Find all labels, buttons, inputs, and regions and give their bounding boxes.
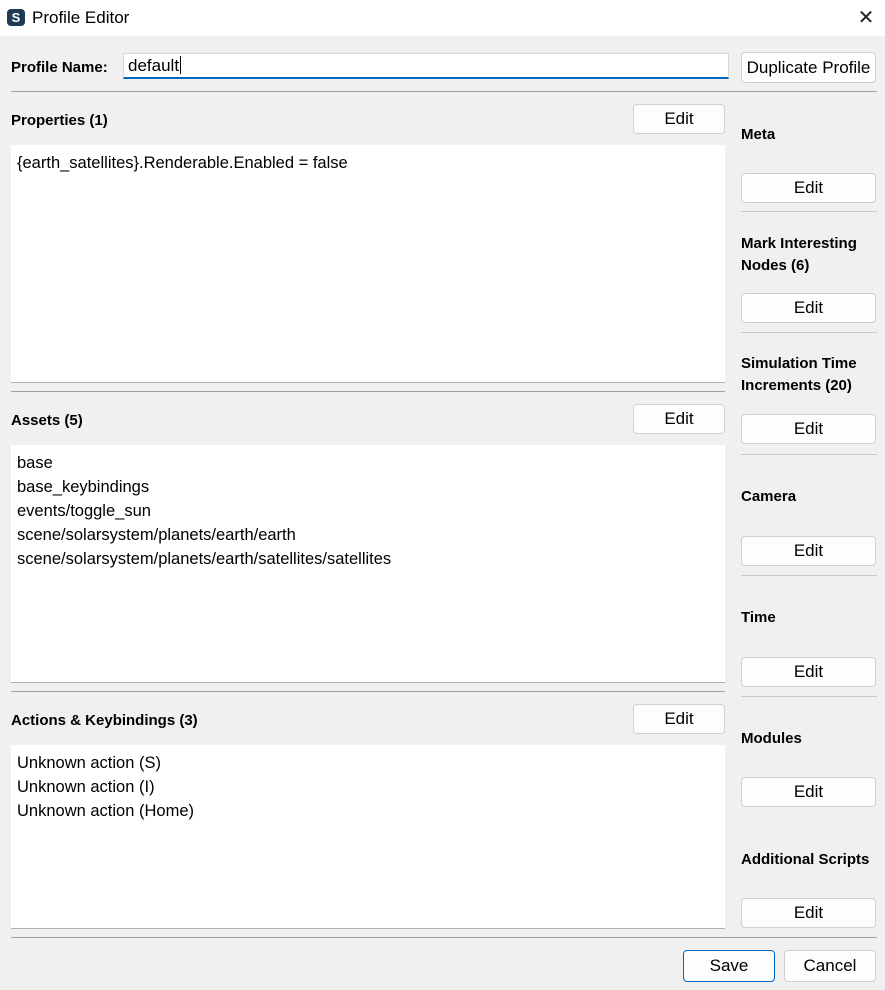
list-item[interactable]: {earth_satellites}.Renderable.Enabled = … bbox=[17, 151, 719, 175]
modules-edit-button[interactable]: Edit bbox=[741, 777, 876, 807]
profile-name-value: default bbox=[128, 56, 180, 75]
properties-edit-button[interactable]: Edit bbox=[633, 104, 725, 134]
list-item[interactable]: scene/solarsystem/planets/earth/satellit… bbox=[17, 547, 719, 571]
list-item[interactable]: base bbox=[17, 451, 719, 475]
meta-edit-button[interactable]: Edit bbox=[741, 173, 876, 203]
close-icon[interactable]: ✕ bbox=[855, 5, 877, 30]
actions-list[interactable]: Unknown action (S) Unknown action (I) Un… bbox=[11, 745, 725, 929]
time-increments-edit-button[interactable]: Edit bbox=[741, 414, 876, 444]
sidebar-mark-nodes-title: Mark Interesting Nodes (6) bbox=[741, 235, 857, 274]
actions-edit-button[interactable]: Edit bbox=[633, 704, 725, 734]
cancel-button[interactable]: Cancel bbox=[784, 950, 876, 982]
properties-list[interactable]: {earth_satellites}.Renderable.Enabled = … bbox=[11, 145, 725, 383]
properties-title: Properties (1) bbox=[11, 112, 108, 129]
save-button[interactable]: Save bbox=[683, 950, 775, 982]
list-item[interactable]: events/toggle_sun bbox=[17, 499, 719, 523]
list-item[interactable]: base_keybindings bbox=[17, 475, 719, 499]
actions-title: Actions & Keybindings (3) bbox=[11, 712, 198, 729]
sidebar-additional-scripts-title: Additional Scripts bbox=[741, 851, 870, 868]
mark-nodes-edit-button[interactable]: Edit bbox=[741, 293, 876, 323]
title-bar: S Profile Editor ✕ bbox=[0, 0, 885, 36]
sidebar-time-increments-title: Simulation Time Increments (20) bbox=[741, 355, 857, 394]
sidebar-camera-title: Camera bbox=[741, 488, 797, 505]
sidebar-modules-title: Modules bbox=[741, 730, 802, 747]
sidebar-divider bbox=[741, 696, 877, 697]
top-divider bbox=[11, 91, 877, 92]
duplicate-profile-button[interactable]: Duplicate Profile bbox=[741, 52, 876, 83]
properties-divider bbox=[11, 391, 725, 392]
sidebar-divider bbox=[741, 211, 877, 212]
sidebar-divider bbox=[741, 575, 877, 576]
list-item[interactable]: Unknown action (I) bbox=[17, 775, 719, 799]
assets-divider bbox=[11, 691, 725, 692]
profile-name-label: Profile Name: bbox=[11, 59, 108, 76]
sidebar-divider bbox=[741, 332, 877, 333]
list-item[interactable]: Unknown action (S) bbox=[17, 751, 719, 775]
list-item[interactable]: Unknown action (Home) bbox=[17, 799, 719, 823]
profile-name-input[interactable]: default bbox=[123, 53, 729, 79]
assets-title: Assets (5) bbox=[11, 412, 83, 429]
bottom-divider bbox=[11, 937, 877, 938]
assets-edit-button[interactable]: Edit bbox=[633, 404, 725, 434]
text-caret bbox=[180, 56, 182, 74]
sidebar-time-title: Time bbox=[741, 609, 776, 626]
openspace-logo-icon: S bbox=[7, 9, 25, 26]
assets-list[interactable]: base base_keybindings events/toggle_sun … bbox=[11, 445, 725, 683]
additional-scripts-edit-button[interactable]: Edit bbox=[741, 898, 876, 928]
camera-edit-button[interactable]: Edit bbox=[741, 536, 876, 566]
sidebar-meta-title: Meta bbox=[741, 126, 776, 143]
sidebar-divider bbox=[741, 454, 877, 455]
window-title: Profile Editor bbox=[32, 8, 130, 27]
list-item[interactable]: scene/solarsystem/planets/earth/earth bbox=[17, 523, 719, 547]
time-edit-button[interactable]: Edit bbox=[741, 657, 876, 687]
